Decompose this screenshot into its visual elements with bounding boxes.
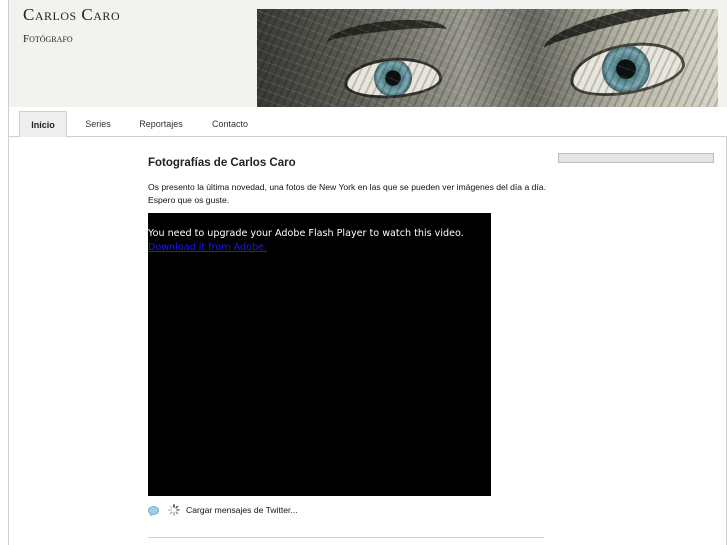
loading-spinner-icon bbox=[168, 504, 180, 516]
content-divider bbox=[148, 537, 544, 538]
speech-bubble-icon bbox=[148, 506, 159, 516]
post-body: Os presento la última novedad, una fotos… bbox=[148, 182, 546, 205]
sidebar-widget bbox=[558, 153, 714, 163]
site-subtitle: Fotógrafo bbox=[23, 33, 73, 45]
tab-contacto[interactable]: Contacto bbox=[205, 111, 255, 137]
banner-texture bbox=[257, 9, 718, 107]
tab-reportajes[interactable]: Reportajes bbox=[131, 111, 191, 137]
download-flash-link[interactable]: Download it from Adobe. bbox=[148, 242, 267, 253]
twitter-loading-text: Cargar mensajes de Twitter... bbox=[186, 505, 298, 515]
tab-inicio[interactable]: Inicio bbox=[19, 111, 67, 137]
main-nav: Inicio Series Reportajes Contacto bbox=[9, 107, 727, 137]
tab-series[interactable]: Series bbox=[79, 111, 117, 137]
header-banner-image bbox=[257, 9, 718, 107]
post-title: Fotografías de Carlos Caro bbox=[148, 157, 296, 169]
site-title[interactable]: Carlos Caro bbox=[23, 5, 120, 25]
flash-video-player[interactable]: You need to upgrade your Adobe Flash Pla… bbox=[148, 213, 491, 496]
flash-upgrade-message: You need to upgrade your Adobe Flash Pla… bbox=[148, 228, 464, 239]
